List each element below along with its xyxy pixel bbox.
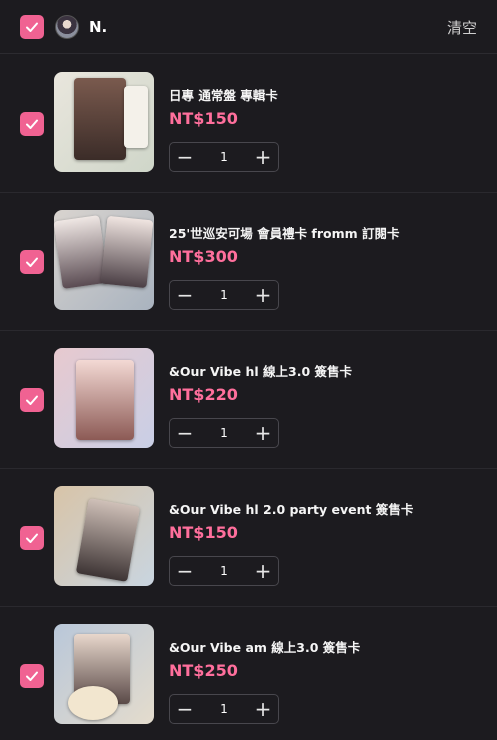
clear-button[interactable]: 清空	[447, 17, 477, 38]
check-icon	[26, 257, 38, 267]
plus-icon: +	[254, 283, 272, 307]
increase-quantity-button[interactable]: +	[248, 281, 278, 309]
minus-icon: −	[176, 421, 194, 445]
quantity-stepper: − 1 +	[169, 418, 279, 448]
increase-quantity-button[interactable]: +	[248, 695, 278, 723]
increase-quantity-button[interactable]: +	[248, 419, 278, 447]
item-price: NT$150	[169, 523, 238, 542]
product-image[interactable]	[54, 72, 154, 172]
select-all-checkbox[interactable]	[20, 15, 44, 39]
item-title: &Our Vibe hl 2.0 party event 簽售卡	[169, 502, 414, 517]
minus-icon: −	[176, 697, 194, 721]
plus-icon: +	[254, 559, 272, 583]
divider	[0, 606, 497, 607]
quantity-value[interactable]: 1	[200, 419, 248, 447]
decrease-quantity-button[interactable]: −	[170, 695, 200, 723]
quantity-value[interactable]: 1	[200, 143, 248, 171]
item-title: 25'世巡安可場 會員禮卡 fromm 訂閱卡	[169, 226, 400, 241]
item-checkbox[interactable]	[20, 388, 44, 412]
decrease-quantity-button[interactable]: −	[170, 143, 200, 171]
item-price: NT$220	[169, 385, 238, 404]
decrease-quantity-button[interactable]: −	[170, 557, 200, 585]
cart-item: &Our Vibe hl 2.0 party event 簽售卡 NT$150 …	[0, 476, 497, 614]
divider	[0, 468, 497, 469]
minus-icon: −	[176, 145, 194, 169]
cart-item: 日專 通常盤 專輯卡 NT$150 − 1 +	[0, 62, 497, 200]
cart-store-header: N. 清空	[0, 0, 497, 54]
quantity-stepper: − 1 +	[169, 280, 279, 310]
plus-icon: +	[254, 145, 272, 169]
store-avatar[interactable]	[55, 15, 79, 39]
decrease-quantity-button[interactable]: −	[170, 281, 200, 309]
divider	[0, 330, 497, 331]
quantity-value[interactable]: 1	[200, 281, 248, 309]
item-checkbox[interactable]	[20, 664, 44, 688]
item-title: 日專 通常盤 專輯卡	[169, 88, 278, 103]
item-title: &Our Vibe am 線上3.0 簽售卡	[169, 640, 361, 655]
item-price: NT$250	[169, 661, 238, 680]
item-price: NT$300	[169, 247, 238, 266]
product-image[interactable]	[54, 348, 154, 448]
quantity-value[interactable]: 1	[200, 695, 248, 723]
divider	[0, 192, 497, 193]
cart-item: &Our Vibe hl 線上3.0 簽售卡 NT$220 − 1 +	[0, 338, 497, 476]
product-image[interactable]	[54, 486, 154, 586]
minus-icon: −	[176, 283, 194, 307]
item-checkbox[interactable]	[20, 250, 44, 274]
product-image[interactable]	[54, 624, 154, 724]
decrease-quantity-button[interactable]: −	[170, 419, 200, 447]
quantity-value[interactable]: 1	[200, 557, 248, 585]
check-icon	[26, 533, 38, 543]
plus-icon: +	[254, 421, 272, 445]
check-icon	[26, 119, 38, 129]
cart-item: &Our Vibe am 線上3.0 簽售卡 NT$250 − 1 +	[0, 614, 497, 740]
check-icon	[26, 395, 38, 405]
item-price: NT$150	[169, 109, 238, 128]
product-image[interactable]	[54, 210, 154, 310]
quantity-stepper: − 1 +	[169, 142, 279, 172]
item-title: &Our Vibe hl 線上3.0 簽售卡	[169, 364, 352, 379]
increase-quantity-button[interactable]: +	[248, 143, 278, 171]
quantity-stepper: − 1 +	[169, 556, 279, 586]
item-checkbox[interactable]	[20, 526, 44, 550]
check-icon	[26, 671, 38, 681]
increase-quantity-button[interactable]: +	[248, 557, 278, 585]
minus-icon: −	[176, 559, 194, 583]
item-checkbox[interactable]	[20, 112, 44, 136]
check-icon	[26, 22, 38, 32]
cart-item: 25'世巡安可場 會員禮卡 fromm 訂閱卡 NT$300 − 1 +	[0, 200, 497, 338]
plus-icon: +	[254, 697, 272, 721]
quantity-stepper: − 1 +	[169, 694, 279, 724]
store-name[interactable]: N.	[89, 18, 107, 36]
